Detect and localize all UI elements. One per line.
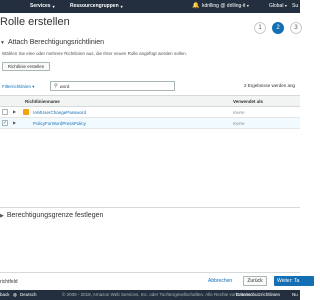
copyright-text: © 2008 - 2018, Amazon Web Services, Inc.… xyxy=(62,292,255,297)
policy-used-as: Keine xyxy=(233,121,245,126)
support-menu[interactable]: Su xyxy=(292,3,298,9)
collapse-icon: ▼ xyxy=(0,39,5,46)
create-policy-button[interactable]: Richtlinie erstellen xyxy=(2,62,50,71)
attach-policies-description: Wählen Sie eine oder mehrere Richtlinien… xyxy=(2,51,187,56)
console-top-bar: Services ▾ Ressourcengruppen ▾ 🔔 kdrilli… xyxy=(0,0,300,13)
results-count: 2 Ergebnisse werden ang xyxy=(244,83,296,88)
expand-icon: ▶ xyxy=(0,212,4,219)
back-button[interactable]: Zurück xyxy=(243,276,267,286)
section-divider xyxy=(0,207,300,208)
search-icon: ⚲ xyxy=(54,83,58,89)
account-label: kdrilling @ drilling-it xyxy=(202,3,246,9)
language-selector[interactable]: Deutsch xyxy=(20,292,37,297)
policy-name-link[interactable]: IAMUserChangePassword xyxy=(33,110,86,115)
filter-policies-dropdown[interactable]: Filterrichtlinien ▾ xyxy=(2,84,35,90)
search-box: ⚲ xyxy=(50,81,175,91)
search-input[interactable] xyxy=(59,83,170,89)
wizard-action-bar: richtfeld Abbrechen Zurück Weiter: Ta xyxy=(0,272,314,290)
required-field-note: richtfeld xyxy=(0,279,18,285)
filter-policies-label: Filterrichtlinien xyxy=(2,84,32,89)
policy-name-link[interactable]: PolicyForWordPressPolicy xyxy=(33,121,86,126)
row-checkbox-checked[interactable]: ✓ xyxy=(2,120,8,126)
policy-table: Richtlinienname Verwendet als ▶ IAMUserC… xyxy=(0,95,300,129)
privacy-policy-link[interactable]: Datenschutzrichtlinien xyxy=(236,292,280,297)
table-header: Richtlinienname Verwendet als xyxy=(0,95,300,107)
attach-policies-header[interactable]: ▼ Attach Berechtigungsrichtlinien xyxy=(0,39,104,46)
expand-row-icon[interactable]: ▶ xyxy=(13,109,16,114)
chevron-down-icon: ▾ xyxy=(32,84,35,89)
page-title: Rolle erstellen xyxy=(0,16,70,28)
chevron-down-icon: ▾ xyxy=(52,3,55,9)
attach-policies-heading: Attach Berechtigungsrichtlinien xyxy=(7,39,105,46)
aws-managed-policy-icon xyxy=(23,109,29,115)
feedback-link[interactable]: back xyxy=(0,292,10,297)
permissions-boundary-header[interactable]: ▶ Berechtigungsgrenze festlegen xyxy=(0,212,103,219)
services-label: Services xyxy=(30,3,51,9)
wizard-steps: 1 2 3 xyxy=(254,22,302,34)
expand-row-icon[interactable]: ▶ xyxy=(13,120,16,125)
column-header-policy-name[interactable]: Richtlinienname xyxy=(25,99,60,104)
globe-icon: ◍ xyxy=(13,292,17,297)
bell-icon[interactable]: 🔔 xyxy=(192,2,199,9)
permissions-boundary-heading: Berechtigungsgrenze festlegen xyxy=(6,212,104,219)
cancel-button[interactable]: Abbrechen xyxy=(208,278,232,284)
policy-used-as: Keine xyxy=(233,110,245,115)
services-menu[interactable]: Services ▾ xyxy=(30,3,55,9)
region-menu[interactable]: Global ▾ xyxy=(269,3,287,9)
region-label: Global xyxy=(269,3,284,9)
next-button[interactable]: Weiter: Ta xyxy=(274,276,314,286)
resource-groups-menu[interactable]: Ressourcengruppen ▾ xyxy=(70,3,123,9)
column-header-used-as[interactable]: Verwendet als xyxy=(233,99,263,104)
account-menu[interactable]: kdrilling @ drilling-it ▾ xyxy=(202,3,249,9)
chevron-down-icon: ▾ xyxy=(284,3,287,8)
wizard-step-1: 1 xyxy=(254,22,266,34)
chevron-down-icon: ▾ xyxy=(120,3,123,9)
row-checkbox[interactable] xyxy=(2,109,8,115)
wizard-step-2: 2 xyxy=(272,22,284,34)
terms-link[interactable]: Nu xyxy=(292,292,298,297)
wizard-step-3: 3 xyxy=(290,22,302,34)
table-row[interactable]: ▶ IAMUserChangePassword Keine xyxy=(0,107,300,118)
console-footer: back ◍ Deutsch © 2008 - 2018, Amazon Web… xyxy=(0,290,300,300)
chevron-down-icon: ▾ xyxy=(246,3,249,8)
table-row[interactable]: ✓ ▶ PolicyForWordPressPolicy Keine xyxy=(0,118,300,129)
resource-groups-label: Ressourcengruppen xyxy=(70,3,119,9)
